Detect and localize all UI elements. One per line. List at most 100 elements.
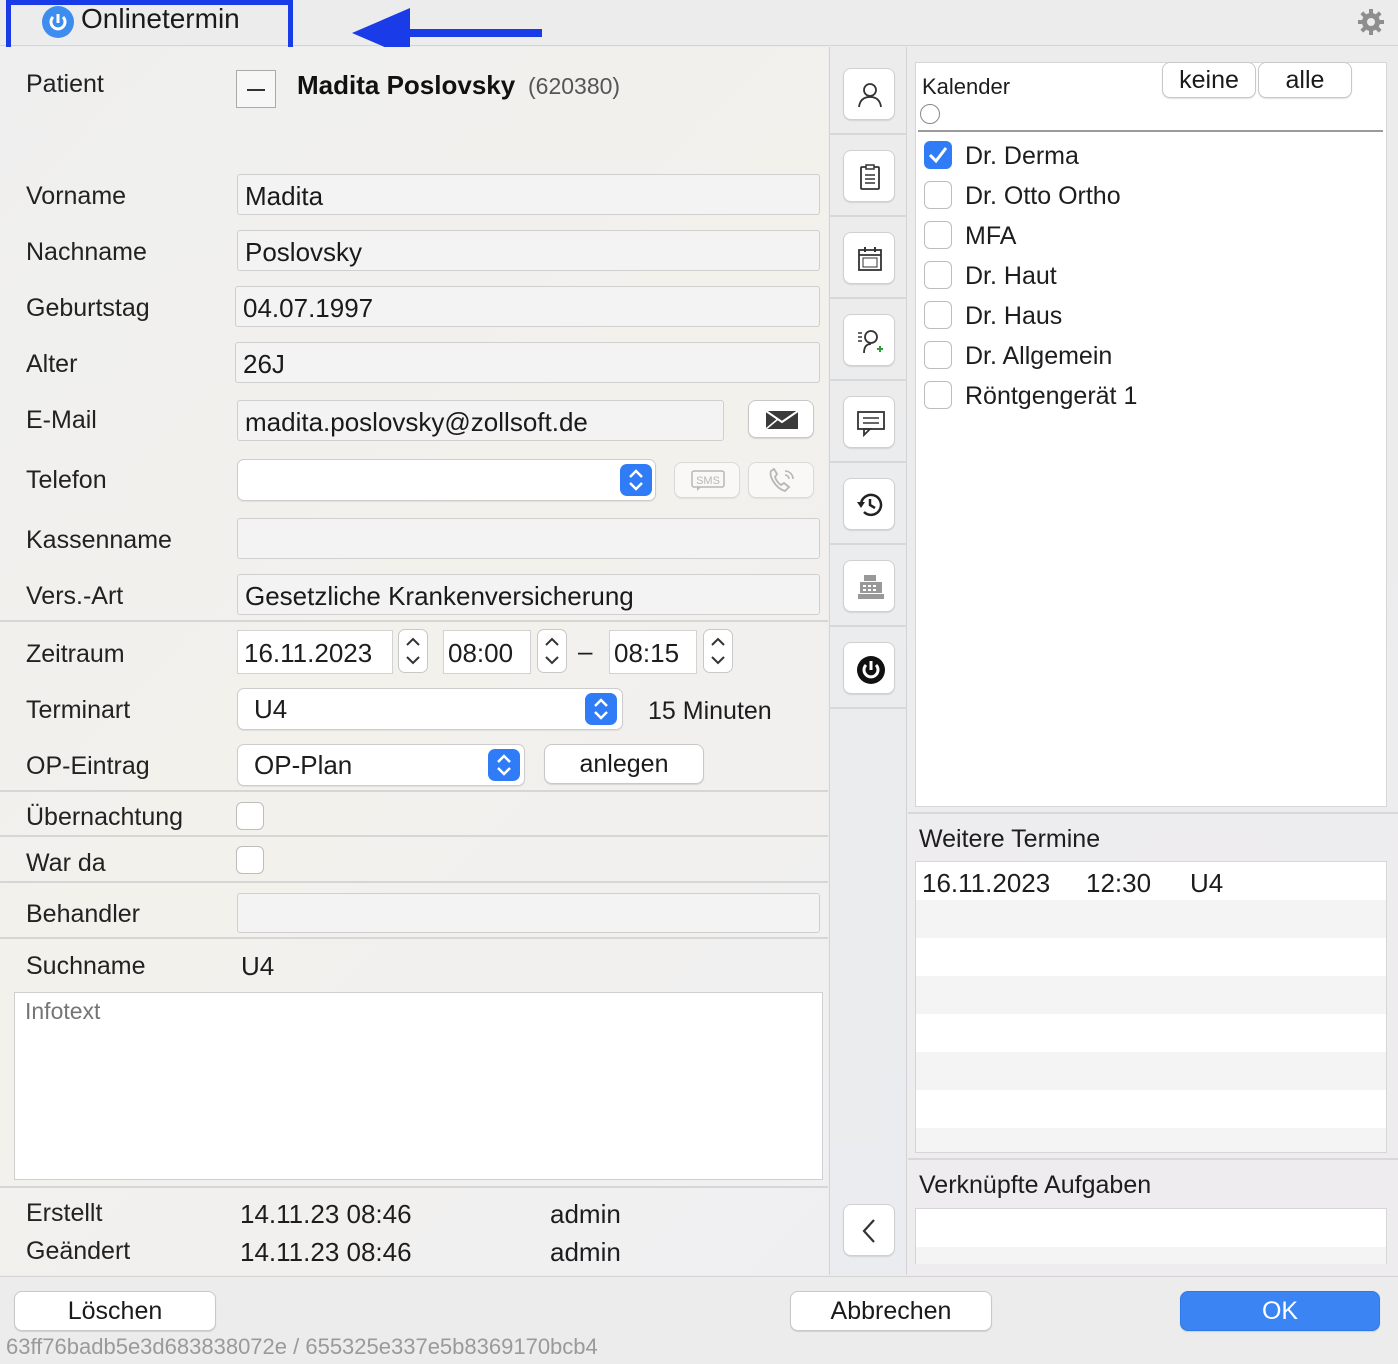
divider	[0, 790, 828, 792]
kassenname-field	[237, 518, 820, 559]
calendar-item-label: Dr. Haut	[965, 262, 1057, 290]
anlegen-button[interactable]: anlegen	[544, 744, 704, 784]
divider	[829, 625, 907, 627]
behandler-label: Behandler	[26, 900, 140, 928]
warda-checkbox[interactable]	[236, 846, 264, 874]
add-contact-button[interactable]	[843, 314, 895, 366]
suchname-value: U4	[241, 951, 275, 981]
loeschen-button[interactable]: Löschen	[14, 1291, 216, 1331]
divider	[829, 707, 907, 709]
stepper-arrows-icon	[711, 637, 725, 665]
geaendert-user: admin	[550, 1237, 621, 1267]
divider	[0, 1186, 828, 1188]
date-field[interactable]: 16.11.2023	[237, 630, 393, 674]
calendar-checkbox-dr-allgemein[interactable]	[924, 341, 952, 369]
history-icon	[857, 493, 883, 517]
nachname-field[interactable]: Poslovsky	[237, 230, 820, 271]
clipboard-button[interactable]	[843, 150, 895, 202]
uebernachtung-label: Übernachtung	[26, 803, 184, 831]
svg-text:SMS: SMS	[696, 475, 720, 487]
start-time-stepper[interactable]	[537, 629, 567, 673]
calendar-checkbox-dr-derma[interactable]	[924, 141, 952, 169]
chevron-left-icon	[862, 1219, 875, 1243]
geaendert-date: 14.11.23 08:46	[240, 1237, 412, 1267]
sms-button[interactable]: SMS	[674, 462, 740, 498]
sms-icon: SMS	[691, 470, 725, 491]
date-stepper[interactable]	[398, 629, 428, 673]
history-button[interactable]	[843, 478, 895, 530]
message-button[interactable]	[843, 396, 895, 448]
person-icon	[858, 83, 882, 108]
terminart-select[interactable]: U4	[237, 688, 623, 730]
op-select-arrows-icon[interactable]	[488, 749, 520, 781]
time-range-dash: –	[578, 636, 593, 666]
onlinetermin-button[interactable]	[843, 642, 895, 694]
list-row-stripe	[916, 900, 1386, 938]
calendar-item-label: Dr. Allgemein	[965, 342, 1113, 370]
ok-button[interactable]: OK	[1180, 1291, 1380, 1331]
divider	[0, 620, 828, 622]
termin-type: U4	[1190, 868, 1224, 898]
calendar-checkbox-dr-haus[interactable]	[924, 301, 952, 329]
vorname-field[interactable]: Madita	[237, 174, 820, 215]
email-label: E-Mail	[26, 406, 97, 434]
cash-register-icon	[858, 575, 884, 599]
divider	[0, 835, 828, 837]
envelope-icon	[765, 410, 799, 430]
erstellt-date: 14.11.23 08:46	[240, 1199, 412, 1229]
op-label: OP-Eintrag	[26, 752, 150, 780]
record-hash: 63ff76badb5e3d683838072e / 655325e337e5b…	[6, 1334, 598, 1359]
select-all-radio[interactable]	[920, 104, 940, 124]
calendar-item-label: MFA	[965, 222, 1017, 250]
start-time-field[interactable]: 08:00	[443, 630, 531, 674]
divider	[0, 937, 828, 939]
speak-add-icon	[858, 330, 883, 354]
kassenname-label: Kassenname	[26, 526, 172, 554]
op-select[interactable]: OP-Plan	[237, 744, 525, 786]
calendar-checkbox-dr-haut[interactable]	[924, 261, 952, 289]
patient-button[interactable]	[843, 68, 895, 120]
uebernachtung-checkbox[interactable]	[236, 802, 264, 830]
keine-button[interactable]: keine	[1162, 62, 1256, 98]
calendar-item-label: Röntgengerät 1	[965, 382, 1138, 410]
termin-date: 16.11.2023	[922, 868, 1051, 898]
behandler-field[interactable]	[237, 893, 820, 933]
divider	[829, 379, 907, 381]
alle-button[interactable]: alle	[1258, 62, 1352, 98]
divider	[829, 133, 907, 135]
gear-icon[interactable]	[1356, 7, 1386, 37]
calendar-checkbox-roentgengeraet-1[interactable]	[924, 381, 952, 409]
calendar-button[interactable]	[843, 232, 895, 284]
telefon-select-arrows-icon[interactable]	[620, 464, 652, 496]
table-row[interactable]: 16.11.2023 12:30 U4	[916, 862, 1386, 900]
divider	[829, 215, 907, 217]
aufgaben-list	[915, 1208, 1387, 1264]
versart-label: Vers.-Art	[26, 582, 124, 610]
terminart-value: U4	[254, 694, 288, 724]
warda-label: War da	[26, 849, 106, 877]
nachname-label: Nachname	[26, 238, 147, 266]
calendar-checkbox-mfa[interactable]	[924, 221, 952, 249]
patient-id: (620380)	[528, 73, 621, 99]
abbrechen-button[interactable]: Abbrechen	[790, 1291, 992, 1331]
geburtstag-field[interactable]: 04.07.1997	[235, 286, 820, 327]
geaendert-label: Geändert	[26, 1237, 131, 1265]
calendar-checkbox-dr-otto-ortho[interactable]	[924, 181, 952, 209]
calendar-item-label: Dr. Otto Ortho	[965, 182, 1121, 210]
telefon-select[interactable]	[237, 459, 656, 501]
terminart-select-arrows-icon[interactable]	[585, 693, 617, 725]
divider	[0, 881, 828, 883]
cash-register-button[interactable]	[843, 560, 895, 612]
collapse-panel-button[interactable]	[843, 1204, 895, 1256]
patient-collapse-button[interactable]	[236, 70, 276, 108]
call-button[interactable]	[748, 462, 814, 498]
end-time-stepper[interactable]	[703, 629, 733, 673]
email-field[interactable]: madita.poslovsky@zollsoft.de	[237, 400, 724, 441]
op-value: OP-Plan	[254, 750, 353, 780]
alter-field: 26J	[235, 342, 820, 383]
divider	[918, 130, 1383, 132]
verknuepfte-aufgaben-title: Verknüpfte Aufgaben	[919, 1171, 1152, 1199]
infotext-area[interactable]	[14, 992, 823, 1180]
send-email-button[interactable]	[748, 400, 814, 438]
end-time-field[interactable]: 08:15	[609, 630, 697, 674]
